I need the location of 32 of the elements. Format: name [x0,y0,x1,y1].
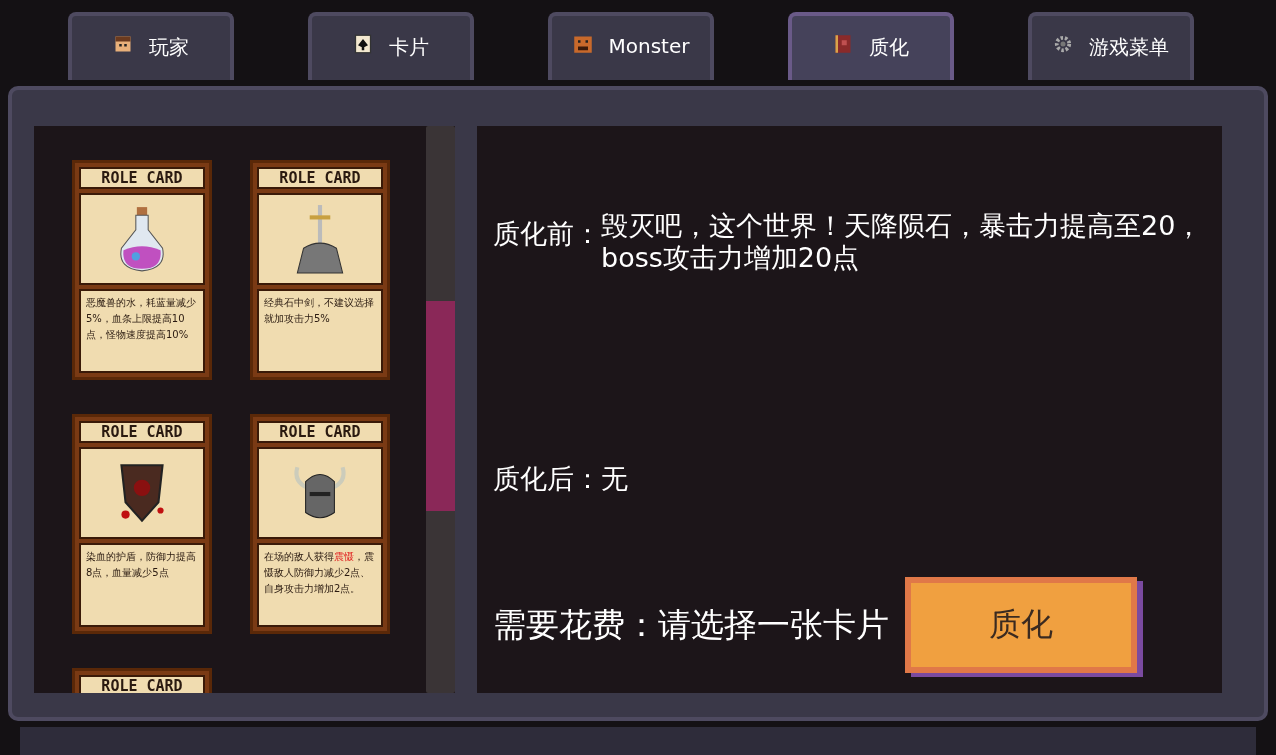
gear-icon [1053,34,1073,54]
tab[interactable]: 质化 [788,12,954,80]
card-description: 恶魔兽的水，耗蓝量减少5%，血条上限提高10点，怪物速度提高10% [79,289,205,373]
monster-icon [572,34,593,54]
tab[interactable]: 卡片 [308,12,474,80]
role-card[interactable]: ROLE CARD 在场的敌人获得震慑，震慑敌人防御力减少2点、自身攻击力增加2点。 [250,414,390,634]
scrollbar-thumb[interactable] [426,301,455,511]
card-title: ROLE CARD [257,167,383,189]
card-title: ROLE CARD [79,167,205,189]
card-description: 经典石中剑，不建议选择就加攻击力5% [257,289,383,373]
face-icon [113,34,133,54]
tab[interactable]: 游戏菜单 [1028,12,1194,80]
card-title: ROLE CARD [79,675,205,693]
tab[interactable]: 玩家 [68,12,234,80]
before-effect-text: 毁灭吧，这个世界！天降陨石，暴击力提高至20，boss攻击力增加20点 [601,210,1204,275]
scrollbar[interactable] [426,126,455,693]
role-card[interactable]: ROLE CARD 恶魔兽的水，耗蓝量减少5%，血条上限提高10点，怪物速度提高10% [72,160,212,380]
before-label: 质化前： [493,217,601,251]
cost-value: 请选择一张卡片 [658,603,889,646]
after-label: 质化后： [493,461,601,496]
role-card[interactable]: ROLE CARD 染血的护盾，防御力提高8点，血量减少5点 [72,414,212,634]
card-description: 染血的护盾，防御力提高8点，血量减少5点 [79,543,205,627]
role-card[interactable]: ROLE CARD 经典石中剑，不建议选择就加攻击力5% [250,160,390,380]
spade-card-icon [353,34,373,54]
card-title: ROLE CARD [79,421,205,443]
after-effect-text: 无 [601,461,629,496]
card-description: 在场的敌人获得震慑，震慑敌人防御力减少2点、自身攻击力增加2点。 [257,543,383,627]
card-title: ROLE CARD [257,421,383,443]
role-card[interactable]: ROLE CARD [72,668,212,693]
book-icon [833,34,853,54]
tab[interactable]: Monster [548,12,714,80]
cost-label: 需要花费： [493,603,658,646]
